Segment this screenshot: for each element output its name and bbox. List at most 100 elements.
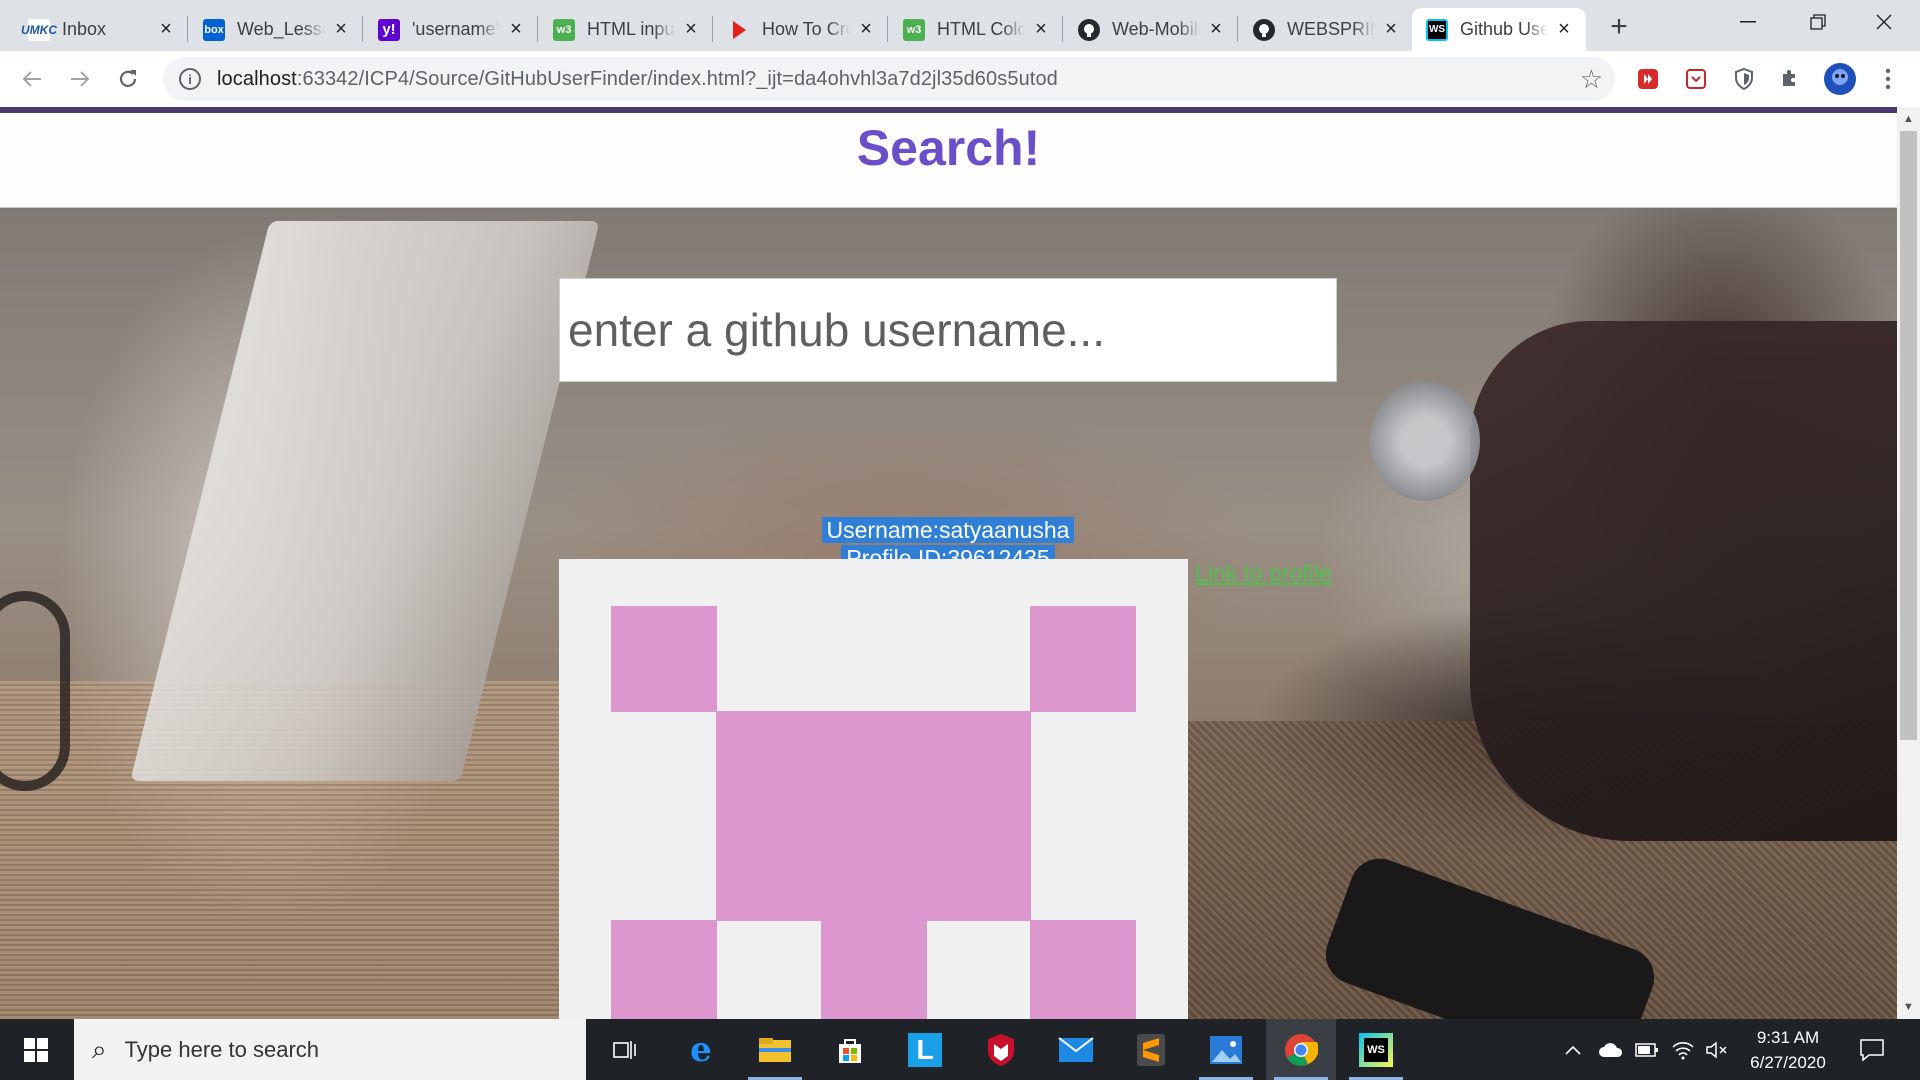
extension-shield-icon[interactable]: [1728, 63, 1760, 95]
profile-avatar[interactable]: [1822, 61, 1858, 97]
mail-icon[interactable]: [1041, 1019, 1111, 1080]
forward-button[interactable]: [62, 61, 98, 97]
webstorm-icon: WS: [1426, 18, 1448, 41]
extension-pocket-icon[interactable]: [1680, 63, 1712, 95]
box-icon: box: [203, 18, 225, 41]
close-icon[interactable]: ×: [681, 18, 701, 40]
tab-title: How To Create: [762, 19, 850, 39]
onedrive-cloud-icon[interactable]: [1596, 1019, 1626, 1080]
tab-separator: [187, 16, 188, 42]
w3schools-icon: w3: [903, 18, 925, 41]
close-icon[interactable]: ×: [1206, 18, 1226, 40]
bookmark-star-icon[interactable]: ☆: [1580, 65, 1603, 93]
back-button[interactable]: [14, 61, 50, 97]
restore-button[interactable]: [1786, 0, 1850, 44]
taskbar-search-box[interactable]: ⌕ Type here to search: [74, 1019, 586, 1080]
page-title: Search!: [856, 120, 1041, 176]
minimize-button[interactable]: [1716, 0, 1780, 44]
wifi-icon[interactable]: [1668, 1019, 1698, 1080]
yahoo-icon: y!: [378, 18, 400, 41]
tab-how-to[interactable]: How To Create ×: [714, 8, 888, 51]
close-window-button[interactable]: [1852, 0, 1916, 44]
youtube-play-icon: [728, 19, 750, 41]
page-header: Search!: [0, 113, 1897, 208]
tab-title: Web-Mobile: [1112, 19, 1200, 39]
reload-icon: [119, 70, 137, 87]
extension-red-play-icon[interactable]: [1632, 63, 1664, 95]
volume-muted-icon[interactable]: [1702, 1019, 1732, 1080]
username-text: Username:satyaanusha: [821, 517, 1075, 543]
tab-title: Web_Lessons: [237, 19, 325, 39]
webstorm-icon[interactable]: WS: [1341, 1019, 1411, 1080]
tab-username-search[interactable]: y! 'username' ×: [364, 8, 538, 51]
tab-title: HTML Colors: [937, 19, 1025, 39]
taskbar-clock[interactable]: 9:31 AM 6/27/2020: [1738, 1025, 1838, 1075]
tab-separator: [712, 16, 713, 42]
chrome-menu-icon[interactable]: [1872, 63, 1904, 95]
close-icon[interactable]: ×: [1554, 18, 1574, 40]
scroll-up-icon[interactable]: ▲: [1897, 109, 1920, 129]
sublime-text-icon[interactable]: [1116, 1019, 1186, 1080]
close-icon[interactable]: ×: [1381, 18, 1401, 40]
mcafee-icon[interactable]: [966, 1019, 1036, 1080]
page-scrollbar[interactable]: ▲ ▼: [1897, 107, 1920, 1019]
show-hidden-icons-chevron-icon[interactable]: [1560, 1019, 1586, 1080]
reload-button[interactable]: [110, 61, 146, 97]
tab-title: Github User Finder: [1460, 19, 1548, 39]
tab-separator: [362, 16, 363, 42]
start-button[interactable]: [0, 1019, 72, 1080]
browser-tabstrip: UMKC Inbox × box Web_Lessons × y! 'usern…: [0, 0, 1920, 51]
scrollbar-thumb[interactable]: [1900, 131, 1917, 740]
chrome-icon[interactable]: [1266, 1019, 1336, 1080]
battery-icon[interactable]: [1632, 1019, 1662, 1080]
close-icon[interactable]: ×: [331, 18, 351, 40]
tab-html-colors[interactable]: w3 HTML Colors ×: [889, 8, 1063, 51]
l-app-icon[interactable]: L: [890, 1019, 960, 1080]
extensions-puzzle-icon[interactable]: [1774, 63, 1806, 95]
new-tab-button[interactable]: +: [1602, 10, 1636, 44]
store-icon[interactable]: [815, 1019, 885, 1080]
close-icon[interactable]: ×: [506, 18, 526, 40]
tab-separator: [887, 16, 888, 42]
tab-title: 'username': [412, 19, 499, 39]
tab-github-user-finder[interactable]: WS Github User Finder ×: [1412, 8, 1586, 51]
profile-link[interactable]: Link to profile: [1195, 560, 1332, 587]
photos-icon[interactable]: [1191, 1019, 1261, 1080]
tab-web-mobile[interactable]: Web-Mobile ×: [1064, 8, 1238, 51]
tab-separator: [1237, 16, 1238, 42]
close-icon[interactable]: ×: [856, 18, 876, 40]
edge-icon[interactable]: e: [666, 1019, 736, 1080]
tab-title: WEBSPRING: [1287, 19, 1375, 39]
forward-arrow-icon: [71, 71, 90, 87]
github-username-input[interactable]: [559, 278, 1337, 382]
taskbar-search-placeholder: Type here to search: [124, 1036, 320, 1062]
tab-html-input[interactable]: w3 HTML input ×: [539, 8, 713, 51]
tab-separator: [537, 16, 538, 42]
url-host: localhost: [217, 67, 297, 90]
task-view-icon[interactable]: [590, 1019, 660, 1080]
tab-web-lessons[interactable]: box Web_Lessons ×: [189, 8, 363, 51]
umkc-mail-icon: UMKC: [21, 18, 57, 41]
tab-title: HTML input: [587, 19, 675, 39]
identicon-cell: [716, 711, 1031, 921]
close-icon[interactable]: ×: [1031, 18, 1051, 40]
scroll-down-icon[interactable]: ▼: [1897, 997, 1920, 1017]
identicon-cell: [1030, 606, 1136, 712]
address-bar[interactable]: i localhost:63342/ICP4/Source/GitHubUser…: [163, 57, 1615, 101]
tab-webspring[interactable]: WEBSPRING ×: [1239, 8, 1413, 51]
identicon-cell: [611, 606, 717, 712]
url-path: :63342/ICP4/Source/GitHubUserFinder/inde…: [296, 67, 1058, 90]
page-viewport: Search! Username:satyaanusha Profile ID:…: [0, 107, 1920, 1019]
notification-center-icon[interactable]: [1852, 1019, 1892, 1080]
github-identicon-avatar: [559, 559, 1188, 1019]
clock-time: 9:31 AM: [1756, 1028, 1820, 1047]
file-explorer-icon[interactable]: [740, 1019, 810, 1080]
url-text: localhost:63342/ICP4/Source/GitHubUserFi…: [217, 68, 1058, 91]
identicon-cell: [1030, 920, 1136, 1019]
site-info-icon[interactable]: i: [179, 68, 201, 90]
browser-toolbar: i localhost:63342/ICP4/Source/GitHubUser…: [0, 51, 1920, 107]
tab-inbox[interactable]: UMKC Inbox ×: [14, 8, 188, 51]
close-icon[interactable]: ×: [156, 18, 176, 40]
github-icon: [1078, 18, 1100, 41]
back-arrow-icon: [22, 71, 41, 87]
